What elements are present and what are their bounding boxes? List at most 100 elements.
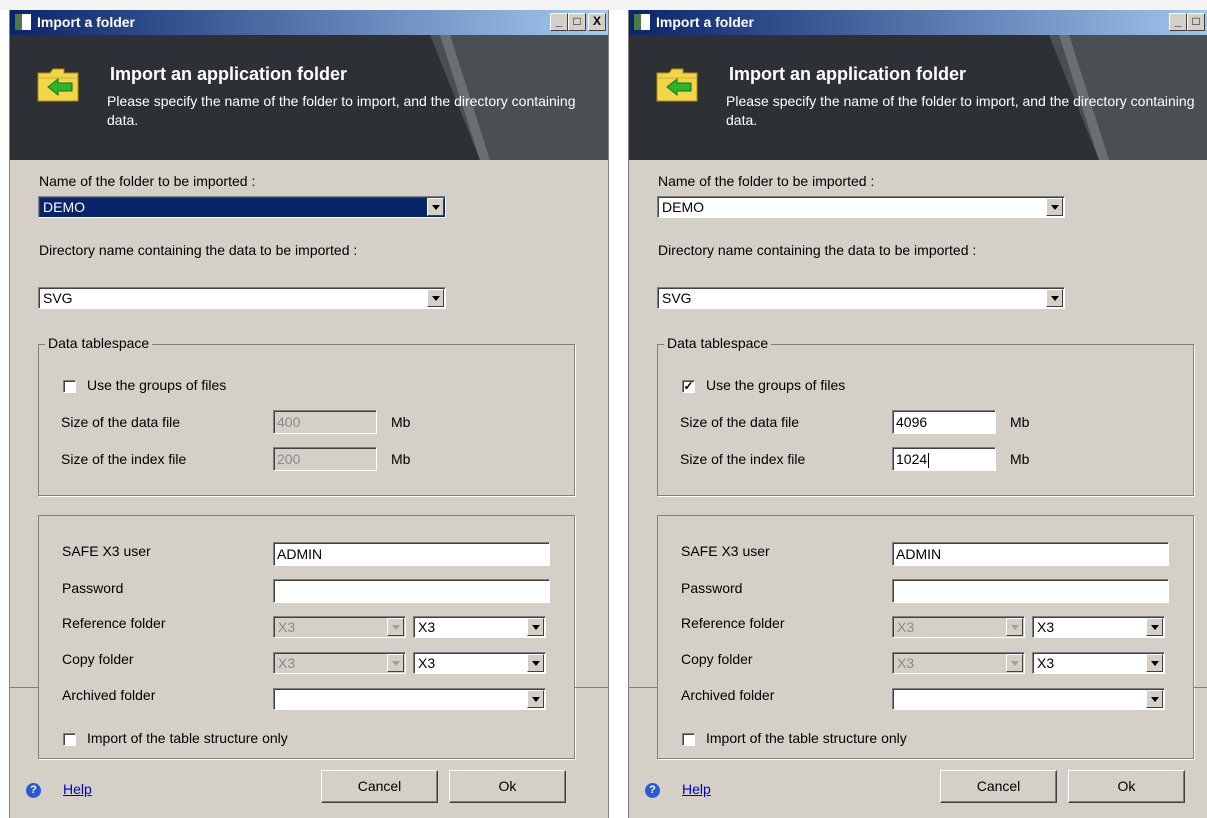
chevron-down-icon[interactable]	[1046, 289, 1063, 307]
folder-name-combo[interactable]: DEMO	[657, 196, 1065, 218]
divider-right	[575, 687, 608, 688]
close-button[interactable]: X	[588, 13, 606, 31]
structure-only-label: Import of the table structure only	[706, 730, 907, 746]
ok-button[interactable]: Ok	[449, 770, 566, 803]
copy-folder-combo-disabled: X3	[273, 652, 406, 674]
cancel-button[interactable]: Cancel	[321, 770, 438, 803]
index-file-unit: Mb	[1010, 451, 1030, 467]
safe-user-label: SAFE X3 user	[681, 543, 770, 559]
copy-folder-right-value: X3	[418, 655, 436, 671]
banner-title: Import an application folder	[110, 64, 348, 84]
chevron-down-icon[interactable]	[1146, 690, 1163, 708]
banner-subtitle: Please specify the name of the folder to…	[726, 93, 1195, 128]
structure-only-label: Import of the table structure only	[87, 730, 288, 746]
index-file-size-input[interactable]: 1024	[892, 447, 996, 471]
structure-only-checkbox[interactable]	[682, 733, 695, 746]
help-link[interactable]: Help	[63, 781, 92, 797]
copy-folder-combo[interactable]: X3	[413, 652, 546, 674]
directory-combo[interactable]: SVG	[657, 287, 1065, 309]
header-banner: Import an application folder Please spec…	[629, 35, 1207, 160]
reference-folder-left-value: X3	[278, 619, 296, 635]
index-file-label: Size of the index file	[61, 451, 187, 467]
use-groups-label: Use the groups of files	[706, 377, 846, 393]
directory-value: SVG	[662, 290, 692, 306]
app-window-icon	[15, 14, 31, 30]
reference-folder-label: Reference folder	[681, 615, 785, 631]
reference-folder-left-value: X3	[897, 619, 915, 635]
index-file-size-input[interactable]: 200	[273, 447, 377, 471]
safe-user-input[interactable]: ADMIN	[273, 542, 550, 566]
password-input[interactable]	[892, 579, 1169, 603]
divider-right	[1194, 687, 1207, 688]
archived-folder-combo[interactable]	[273, 688, 546, 710]
chevron-down-icon	[1006, 618, 1023, 636]
data-file-unit: Mb	[391, 414, 411, 430]
chevron-down-icon[interactable]	[1046, 198, 1063, 216]
folder-name-label: Name of the folder to be imported :	[658, 173, 875, 189]
question-circle-icon[interactable]: ?	[645, 783, 660, 798]
chevron-down-icon	[1006, 654, 1023, 672]
folder-name-label: Name of the folder to be imported :	[39, 173, 256, 189]
password-label: Password	[62, 580, 124, 596]
chevron-down-icon[interactable]	[427, 289, 444, 307]
data-file-size-input[interactable]: 4096	[892, 410, 996, 434]
copy-folder-combo-disabled: X3	[892, 652, 1025, 674]
use-groups-checkbox[interactable]	[63, 380, 76, 393]
chevron-down-icon[interactable]	[527, 654, 544, 672]
question-circle-icon[interactable]: ?	[26, 783, 41, 798]
copy-folder-right-value: X3	[1037, 655, 1055, 671]
index-file-label: Size of the index file	[680, 451, 806, 467]
window-title: Import a folder	[656, 14, 755, 30]
directory-label: Directory name containing the data to be…	[658, 242, 977, 258]
archived-folder-combo[interactable]	[892, 688, 1165, 710]
chevron-down-icon[interactable]	[527, 618, 544, 636]
chevron-down-icon[interactable]	[427, 198, 444, 216]
structure-only-checkbox[interactable]	[63, 733, 76, 746]
password-label: Password	[681, 580, 743, 596]
maximize-button[interactable]: □	[1187, 13, 1205, 31]
divider-left	[629, 687, 657, 688]
data-file-label: Size of the data file	[680, 414, 800, 430]
import-folder-dialog-right: Import a folder _ □ X Import an applicat…	[628, 10, 1207, 818]
folder-arrow-icon	[37, 68, 79, 102]
copy-folder-label: Copy folder	[681, 651, 753, 667]
help-link[interactable]: Help	[682, 781, 711, 797]
folder-name-combo[interactable]: DEMO	[38, 196, 446, 218]
app-window-icon	[634, 14, 650, 30]
copy-folder-combo[interactable]: X3	[1032, 652, 1165, 674]
header-banner: Import an application folder Please spec…	[10, 35, 608, 160]
tablespace-legend: Data tablespace	[45, 335, 153, 351]
archived-folder-label: Archived folder	[62, 687, 156, 703]
password-input[interactable]	[273, 579, 550, 603]
maximize-button[interactable]: □	[568, 13, 586, 31]
title-bar[interactable]: Import a folder _ □ X	[629, 10, 1207, 35]
reference-folder-label: Reference folder	[62, 615, 166, 631]
reference-folder-combo[interactable]: X3	[1032, 616, 1165, 638]
title-bar[interactable]: Import a folder _ □ X	[10, 10, 608, 35]
ok-button[interactable]: Ok	[1068, 770, 1185, 803]
banner-title: Import an application folder	[729, 64, 967, 84]
chevron-down-icon[interactable]	[527, 690, 544, 708]
use-groups-label: Use the groups of files	[87, 377, 227, 393]
top-strip	[0, 0, 1207, 10]
chevron-down-icon	[387, 618, 404, 636]
tablespace-legend: Data tablespace	[664, 335, 772, 351]
safe-user-label: SAFE X3 user	[62, 543, 151, 559]
minimize-button[interactable]: _	[550, 13, 568, 31]
index-file-unit: Mb	[391, 451, 411, 467]
reference-folder-combo[interactable]: X3	[413, 616, 546, 638]
chevron-down-icon	[387, 654, 404, 672]
chevron-down-icon[interactable]	[1146, 618, 1163, 636]
directory-value: SVG	[43, 290, 73, 306]
reference-folder-right-value: X3	[418, 619, 436, 635]
import-folder-dialog-left: Import a folder _ □ X Import an applicat…	[9, 10, 609, 818]
copy-folder-left-value: X3	[897, 655, 915, 671]
chevron-down-icon[interactable]	[1146, 654, 1163, 672]
data-file-size-input[interactable]: 400	[273, 410, 377, 434]
directory-combo[interactable]: SVG	[38, 287, 446, 309]
minimize-button[interactable]: _	[1169, 13, 1187, 31]
use-groups-checkbox[interactable]: ✓	[682, 380, 695, 393]
safe-user-input[interactable]: ADMIN	[892, 542, 1169, 566]
data-file-label: Size of the data file	[61, 414, 181, 430]
cancel-button[interactable]: Cancel	[940, 770, 1057, 803]
